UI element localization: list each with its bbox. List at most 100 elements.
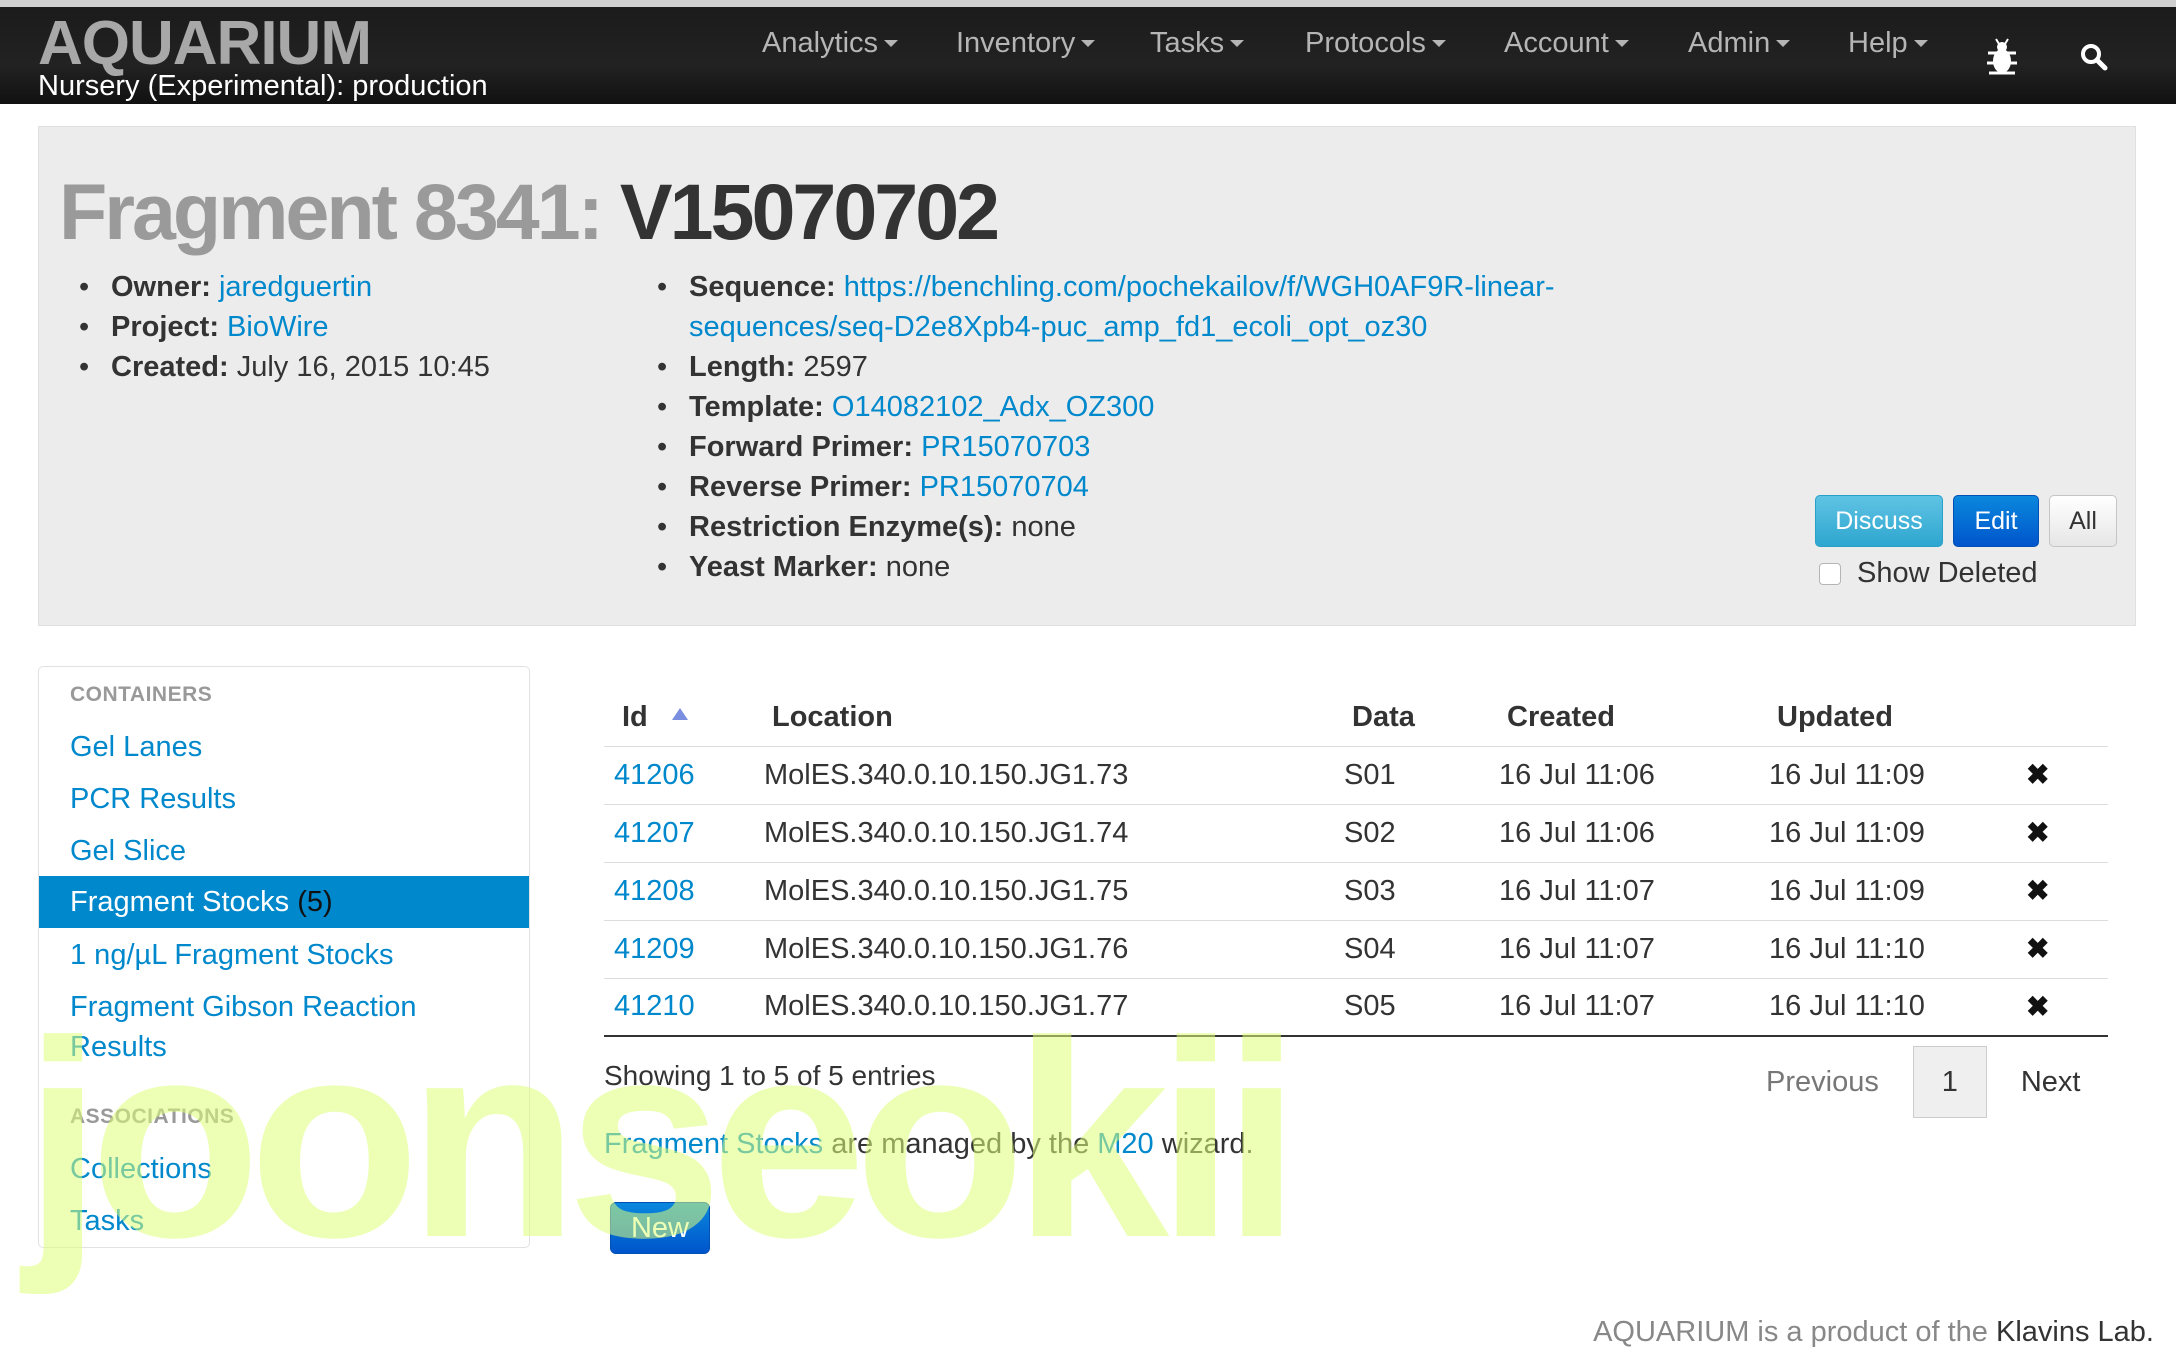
updated-cell: 16 Jul 11:09 [1759,803,2016,862]
updated-cell: 16 Jul 11:10 [1759,919,2016,978]
created-cell: 16 Jul 11:06 [1489,745,1759,804]
klavins-lab-link[interactable]: Klavins Lab. [1996,1316,2154,1348]
template-link[interactable]: O14082102_Adx_OZ300 [832,391,1154,423]
table-info: Showing 1 to 5 of 5 entries [604,1060,936,1091]
nav-admin[interactable]: Admin [1688,27,1791,60]
table-row: 41207 MolES.340.0.10.150.JG1.74 S02 16 J… [604,803,2108,862]
updated-cell: 16 Jul 11:10 [1759,977,2016,1037]
updated-cell: 16 Jul 11:09 [1759,745,2016,804]
wizard-note-text: are managed by the [823,1128,1098,1160]
length-item: Length: 2597 [655,347,1555,387]
column-header-id[interactable]: Id [604,690,754,746]
nav-account[interactable]: Account [1504,27,1629,60]
sidebar-item-count: (5) [297,886,333,918]
column-header-data[interactable]: Data [1334,690,1489,746]
length-label: Length [689,351,786,383]
nav-protocols-label: Protocols [1305,26,1426,59]
discuss-button[interactable]: Discuss [1815,495,1943,547]
nav-protocols[interactable]: Protocols [1305,27,1446,60]
owner-info-list: Owner: jaredguertin Project: BioWire Cre… [77,267,490,387]
nav-analytics-label: Analytics [762,26,879,59]
table-row: 41206 MolES.340.0.10.150.JG1.73 S01 16 J… [604,745,2108,804]
sidebar-item-fragment-gibson-reaction-cont[interactable]: Results [39,1027,529,1067]
data-cell: S05 [1334,977,1489,1037]
nav-help-label: Help [1848,26,1908,59]
location-cell: MolES.340.0.10.150.JG1.77 [754,977,1334,1037]
sidebar-item-fragment-gibson-reaction[interactable]: Fragment Gibson Reaction [39,987,529,1027]
column-header-location[interactable]: Location [754,690,1334,746]
all-button[interactable]: All [2049,495,2117,547]
sidebar-item-gel-slice[interactable]: Gel Slice [39,831,529,871]
item-id-link[interactable]: 41209 [614,933,695,965]
location-cell: MolES.340.0.10.150.JG1.74 [754,803,1334,862]
template-label: Template [689,391,815,423]
created-cell: 16 Jul 11:06 [1489,803,1759,862]
forward-primer-label: Forward Primer [689,431,904,463]
sort-ascending-icon [671,708,688,721]
delete-icon[interactable]: ✖ [2026,875,2049,906]
nav-inventory[interactable]: Inventory [956,27,1096,60]
delete-icon[interactable]: ✖ [2026,991,2049,1022]
reverse-primer-label: Reverse Primer [689,471,902,503]
show-deleted-toggle[interactable]: Show Deleted [1819,557,2038,590]
item-id-link[interactable]: 41206 [614,759,695,791]
bug-icon[interactable] [1984,37,2020,82]
fragment-stocks-link[interactable]: Fragment Stocks [604,1128,823,1160]
search-icon[interactable] [2080,43,2108,76]
column-header-created[interactable]: Created [1489,690,1759,746]
wizard-note: Fragment Stocks are managed by the M20 w… [604,1128,1254,1161]
caret-down-icon [884,39,899,47]
sidebar-item-fragment-stocks-label: Fragment Stocks [70,886,290,918]
column-header-id-label: Id [622,701,648,734]
item-id-link[interactable]: 41208 [614,875,695,907]
show-deleted-checkbox[interactable] [1819,562,1841,585]
sidebar-item-pcr-results[interactable]: PCR Results [39,779,529,819]
sidebar-item-collections[interactable]: Collections [39,1149,529,1189]
nav-help[interactable]: Help [1848,27,1928,60]
length-value: 2597 [803,351,868,383]
caret-down-icon [1081,39,1096,47]
brand[interactable]: AQUARIUM Nursery (Experimental): product… [38,13,488,102]
page-title: Fragment 8341: V15070702 [59,167,1000,257]
page-1-button[interactable]: 1 [1912,1046,1987,1118]
project-link[interactable]: BioWire [227,311,329,343]
sidebar: CONTAINERS Gel Lanes PCR Results Gel Sli… [38,666,530,1248]
template-item: Template: O14082102_Adx_OZ300 [655,387,1555,427]
next-page-button[interactable]: Next [2021,1066,2081,1099]
sequence-link[interactable]: https://benchling.com/pochekailov/f/WGH0… [844,271,1555,303]
data-cell: S02 [1334,803,1489,862]
sidebar-item-fragment-stocks[interactable]: Fragment Stocks (5) [39,876,529,928]
table-row: 41208 MolES.340.0.10.150.JG1.75 S03 16 J… [604,861,2108,920]
nav-analytics[interactable]: Analytics [762,26,899,60]
item-id-link[interactable]: 41210 [614,990,695,1022]
created-cell: 16 Jul 11:07 [1489,919,1759,978]
wizard-link[interactable]: M20 [1097,1128,1153,1160]
pagination: Previous 1 Next [1766,1046,2080,1118]
sequence-item: Sequence: https://benchling.com/pochekai… [655,267,1555,347]
nav-tasks[interactable]: Tasks [1150,26,1245,60]
created-item: Created: July 16, 2015 10:45 [77,347,490,387]
delete-icon[interactable]: ✖ [2026,817,2049,848]
sidebar-item-tasks[interactable]: Tasks [39,1201,529,1241]
forward-primer-link[interactable]: PR15070703 [921,431,1090,463]
table-header-row: Id Location Data Created Updated [604,690,2108,746]
sidebar-item-1ng-fragment-stocks[interactable]: 1 ng/µL Fragment Stocks [39,935,529,975]
caret-down-icon [1614,39,1629,47]
edit-button[interactable]: Edit [1953,495,2039,547]
sidebar-item-gel-lanes[interactable]: Gel Lanes [39,727,529,767]
reverse-primer-link[interactable]: PR15070704 [920,471,1089,503]
previous-page-button[interactable]: Previous [1766,1066,1879,1099]
nav-account-label: Account [1504,26,1609,59]
delete-icon[interactable]: ✖ [2026,759,2049,790]
location-cell: MolES.340.0.10.150.JG1.75 [754,861,1334,920]
delete-icon[interactable]: ✖ [2026,933,2049,964]
sequence-link-cont[interactable]: sequences/seq-D2e8Xpb4-puc_amp_fd1_ecoli… [689,311,1427,343]
owner-link[interactable]: jaredguertin [219,271,372,303]
column-header-updated[interactable]: Updated [1759,690,2016,746]
new-button[interactable]: New [610,1202,710,1254]
brand-title[interactable]: AQUARIUM [38,13,488,75]
footer: AQUARIUM is a product of the Klavins Lab… [1593,1316,2154,1349]
created-label: Created: [111,351,229,383]
nav-tasks-label: Tasks [1150,26,1225,59]
item-id-link[interactable]: 41207 [614,817,695,849]
